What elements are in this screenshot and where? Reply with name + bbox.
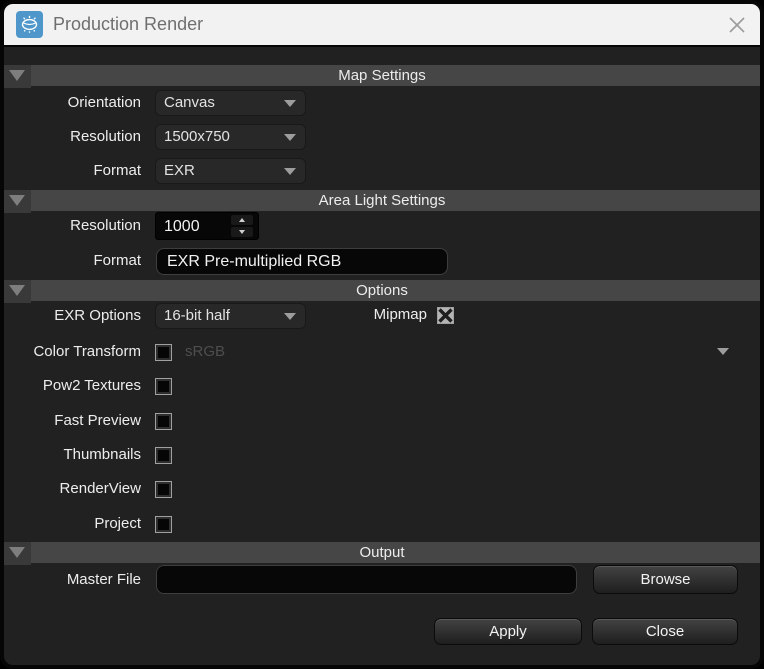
map-format-label: Format bbox=[93, 162, 141, 179]
close-button-footer[interactable]: Close bbox=[592, 618, 738, 645]
render-app-icon bbox=[16, 11, 43, 38]
master-file-label: Master File bbox=[66, 571, 141, 588]
pow2-textures-checkbox[interactable] bbox=[155, 378, 172, 395]
section-title: Area Light Settings bbox=[318, 192, 446, 209]
orientation-label: Orientation bbox=[67, 94, 141, 111]
exr-options-dropdown[interactable]: 16-bit half bbox=[155, 303, 306, 329]
spinner-controls bbox=[231, 215, 253, 237]
exr-options-value: 16-bit half bbox=[164, 307, 230, 324]
area-resolution-label: Resolution bbox=[70, 217, 141, 234]
renderview-checkbox[interactable] bbox=[155, 481, 172, 498]
browse-button[interactable]: Browse bbox=[593, 565, 738, 594]
collapse-button-map-settings[interactable] bbox=[4, 65, 31, 88]
renderview-label: RenderView bbox=[59, 480, 141, 497]
dialog-content: Map Settings Orientation Canvas Resoluti… bbox=[4, 47, 760, 665]
production-render-window: Production Render Map Settings Orientati… bbox=[0, 0, 764, 669]
section-header-output[interactable]: Output bbox=[4, 542, 760, 565]
collapse-button-output[interactable] bbox=[4, 542, 31, 565]
close-icon bbox=[729, 17, 745, 33]
section-title: Map Settings bbox=[338, 67, 426, 84]
map-format-dropdown[interactable]: EXR bbox=[155, 158, 306, 184]
color-transform-checkbox[interactable] bbox=[155, 344, 172, 361]
map-resolution-value: 1500x750 bbox=[164, 128, 230, 145]
spinner-up-button[interactable] bbox=[231, 215, 253, 225]
collapse-triangle-icon bbox=[9, 547, 25, 558]
apply-button[interactable]: Apply bbox=[434, 618, 582, 645]
map-resolution-label: Resolution bbox=[70, 128, 141, 145]
map-format-value: EXR bbox=[164, 162, 195, 179]
fast-preview-label: Fast Preview bbox=[54, 412, 141, 429]
chevron-down-icon bbox=[284, 168, 296, 175]
area-resolution-input[interactable] bbox=[162, 214, 226, 240]
orientation-value: Canvas bbox=[164, 94, 215, 111]
project-label: Project bbox=[94, 515, 141, 532]
title-bar: Production Render bbox=[4, 4, 760, 45]
section-header-map-settings[interactable]: Map Settings bbox=[4, 65, 760, 88]
orientation-dropdown[interactable]: Canvas bbox=[155, 90, 306, 116]
window-title: Production Render bbox=[53, 14, 204, 34]
section-title: Output bbox=[359, 544, 405, 561]
area-format-field[interactable] bbox=[156, 248, 448, 275]
chevron-down-icon bbox=[284, 100, 296, 107]
color-transform-dropdown-arrow-icon[interactable] bbox=[717, 348, 729, 355]
spinner-up-icon bbox=[239, 218, 245, 222]
project-checkbox[interactable] bbox=[155, 516, 172, 533]
thumbnails-label: Thumbnails bbox=[63, 446, 141, 463]
collapse-triangle-icon bbox=[9, 195, 25, 206]
area-resolution-spinner bbox=[155, 212, 259, 240]
fast-preview-checkbox[interactable] bbox=[155, 413, 172, 430]
section-header-options[interactable]: Options bbox=[4, 280, 760, 303]
exr-options-label: EXR Options bbox=[54, 307, 141, 324]
thumbnails-checkbox[interactable] bbox=[155, 447, 172, 464]
check-x-icon bbox=[438, 308, 453, 323]
master-file-input[interactable] bbox=[156, 565, 577, 594]
collapse-triangle-icon bbox=[9, 285, 25, 296]
map-resolution-dropdown[interactable]: 1500x750 bbox=[155, 124, 306, 150]
mipmap-checkbox[interactable] bbox=[437, 307, 454, 324]
color-transform-label: Color Transform bbox=[33, 343, 141, 360]
pow2-textures-label: Pow2 Textures bbox=[42, 377, 141, 394]
chevron-down-icon bbox=[284, 134, 296, 141]
sun-sphere-icon bbox=[21, 15, 38, 33]
collapse-button-area-light[interactable] bbox=[4, 190, 31, 213]
spinner-down-icon bbox=[239, 230, 245, 234]
collapse-triangle-icon bbox=[9, 70, 25, 81]
mipmap-label: Mipmap bbox=[373, 306, 427, 323]
section-title: Options bbox=[356, 282, 408, 299]
collapse-button-options[interactable] bbox=[4, 280, 31, 303]
spinner-down-button[interactable] bbox=[231, 227, 253, 237]
color-transform-value: sRGB bbox=[185, 343, 226, 360]
section-header-area-light[interactable]: Area Light Settings bbox=[4, 190, 760, 213]
area-format-label: Format bbox=[93, 252, 141, 269]
close-button[interactable] bbox=[725, 13, 749, 37]
